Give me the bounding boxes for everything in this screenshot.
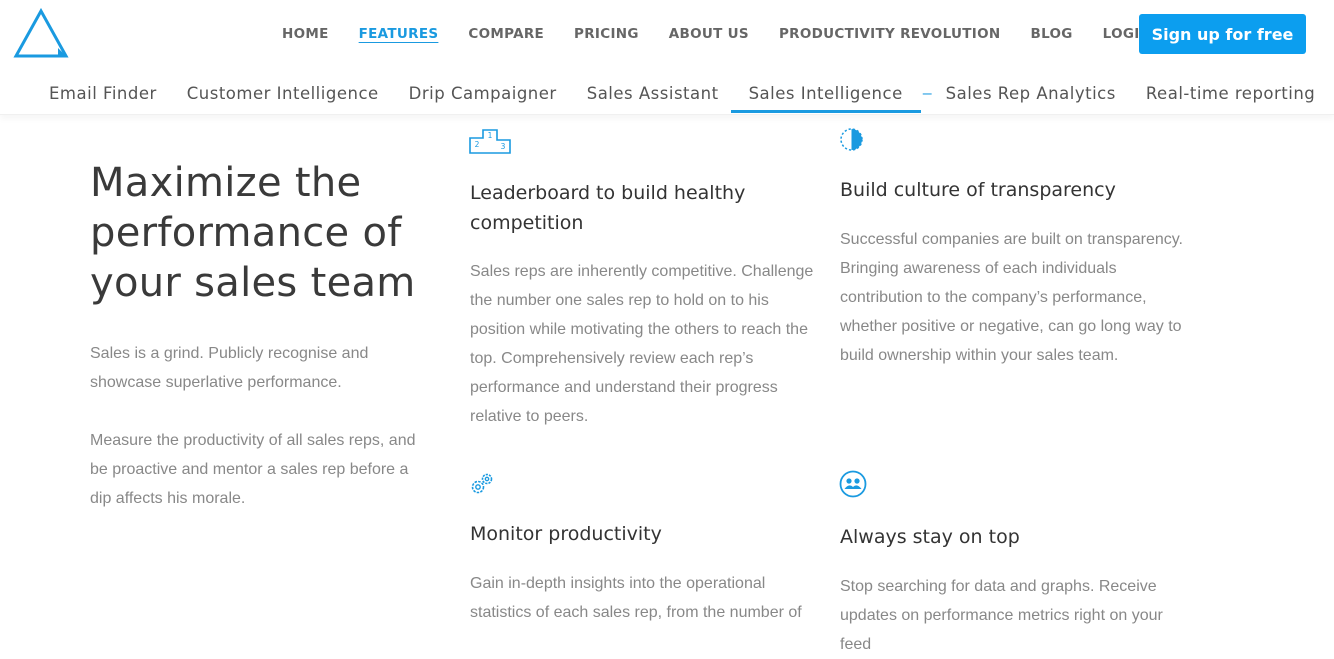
nav-home[interactable]: HOME xyxy=(282,25,329,43)
feature-title: Build culture of transparency xyxy=(840,179,1116,201)
feature-subnav: Email Finder Customer Intelligence Drip … xyxy=(49,84,1334,113)
feature-leaderboard: Leaderboard to build healthy competition… xyxy=(470,178,820,431)
gears-icon xyxy=(471,473,493,494)
nav-productivity-revolution[interactable]: PRODUCTIVITY REVOLUTION xyxy=(779,25,1001,43)
page-title: Maximize the performance of your sales t… xyxy=(90,160,416,306)
feature-description: Stop searching for data and graphs. Rece… xyxy=(840,578,1163,653)
subnav-drip-campaigner[interactable]: Drip Campaigner xyxy=(409,84,557,104)
hero-paragraph-2: Measure the productivity of all sales re… xyxy=(90,432,416,507)
triangle-logo-icon[interactable] xyxy=(13,8,69,60)
feature-always-on-top: Always stay on top Stop searching for da… xyxy=(840,522,1190,659)
podium-number-1: 1 xyxy=(488,131,493,140)
feature-subnav-bar: Email Finder Customer Intelligence Drip … xyxy=(0,74,1334,115)
feature-title: Leaderboard to build healthy competition xyxy=(470,182,746,234)
feature-description: Sales reps are inherently competitive. C… xyxy=(470,263,814,425)
subnav-sales-intelligence[interactable]: Sales Intelligence xyxy=(730,84,921,113)
feature-description: Successful companies are built on transp… xyxy=(840,231,1183,364)
feature-title: Always stay on top xyxy=(840,526,1020,548)
half-circle-icon xyxy=(840,128,863,151)
subnav-customer-intelligence[interactable]: Customer Intelligence xyxy=(187,84,379,104)
nav-blog[interactable]: BLOG xyxy=(1030,25,1072,43)
podium-number-2: 2 xyxy=(475,140,480,149)
nav-about-us[interactable]: ABOUT US xyxy=(669,25,749,43)
main-nav: HOME FEATURES COMPARE PRICING ABOUT US P… xyxy=(282,25,1181,43)
subnav-separator: – xyxy=(922,85,932,102)
feature-title: Monitor productivity xyxy=(470,523,662,545)
hero-paragraph-1: Sales is a grind. Publicly recognise and… xyxy=(90,345,369,391)
subnav-sales-rep-analytics[interactable]: Sales Rep Analytics xyxy=(946,84,1116,104)
nav-features[interactable]: FEATURES xyxy=(359,25,439,43)
subnav-real-time-reporting[interactable]: Real-time reporting xyxy=(1146,84,1315,104)
feature-monitor-productivity: Monitor productivity Gain in-depth insig… xyxy=(470,519,820,627)
nav-compare[interactable]: COMPARE xyxy=(468,25,544,43)
podium-icon: 1 2 3 xyxy=(469,129,511,154)
nav-pricing[interactable]: PRICING xyxy=(574,25,639,43)
podium-number-3: 3 xyxy=(501,142,506,151)
subnav-sales-assistant[interactable]: Sales Assistant xyxy=(587,84,719,104)
subnav-email-finder[interactable]: Email Finder xyxy=(49,84,157,104)
feature-transparency: Build culture of transparency Successful… xyxy=(840,175,1190,370)
team-icon xyxy=(839,470,867,498)
feature-description: Gain in-depth insights into the operatio… xyxy=(470,575,802,621)
signup-button[interactable]: Sign up for free xyxy=(1139,14,1306,54)
